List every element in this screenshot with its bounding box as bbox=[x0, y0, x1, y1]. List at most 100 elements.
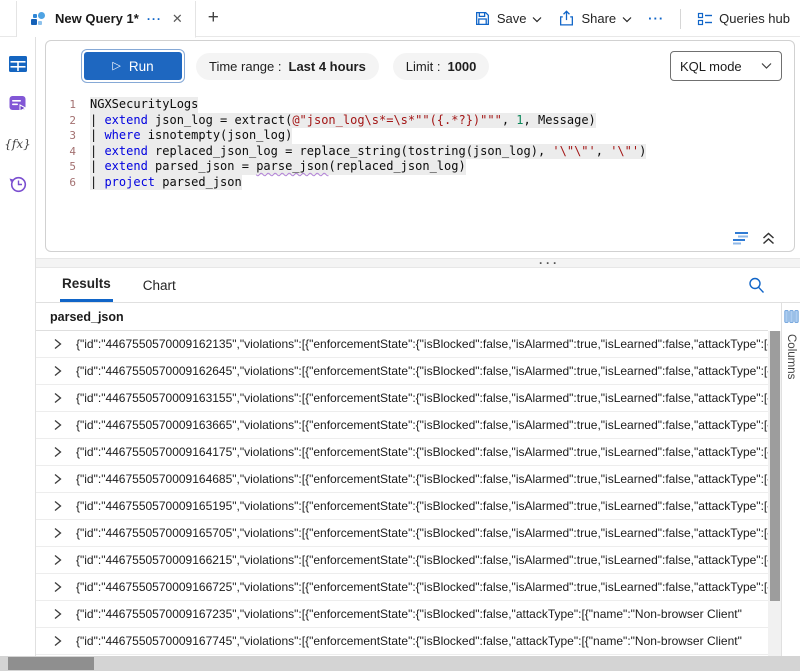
save-button[interactable]: Save bbox=[474, 10, 543, 27]
query-toolbar: ▷ Run Time range : Last 4 hours Limit : … bbox=[46, 41, 794, 89]
code-token: json_log = extract( bbox=[148, 113, 293, 127]
history-icon[interactable] bbox=[7, 173, 29, 195]
line-number: 1 bbox=[46, 97, 76, 113]
kql-mode-select[interactable]: KQL mode bbox=[670, 51, 782, 81]
table-row[interactable]: {"id":"4467550570009164685","violations"… bbox=[36, 466, 768, 493]
results-panel: Results Chart parsed_json {"id":"4467550… bbox=[36, 268, 800, 671]
columns-panel-label: Columns bbox=[785, 334, 797, 379]
collapse-editor-icon[interactable] bbox=[761, 231, 776, 246]
tables-icon[interactable] bbox=[7, 53, 29, 75]
expand-chevron-icon[interactable] bbox=[52, 554, 63, 566]
code-line[interactable]: 3 | where isnotempty(json_log) bbox=[46, 128, 794, 144]
line-text: | extend replaced_json_log = replace_str… bbox=[90, 144, 646, 160]
table-row[interactable]: {"id":"4467550570009163155","violations"… bbox=[36, 385, 768, 412]
kql-mode-value: KQL mode bbox=[680, 59, 742, 74]
more-actions-button[interactable]: ··· bbox=[648, 11, 664, 26]
query-editor[interactable]: 1 NGXSecurityLogs 2 | extend json_log = … bbox=[46, 89, 794, 190]
column-header-parsed-json[interactable]: parsed_json bbox=[36, 303, 768, 331]
expand-chevron-icon[interactable] bbox=[52, 392, 63, 404]
results-tab-bar: Results Chart bbox=[36, 268, 800, 303]
expand-chevron-icon[interactable] bbox=[52, 581, 63, 593]
tab-bar: New Query 1* ··· ✕ + Save bbox=[0, 0, 800, 37]
tab-close-icon[interactable]: ✕ bbox=[170, 11, 185, 27]
expand-chevron-icon[interactable] bbox=[52, 527, 63, 539]
expand-chevron-icon[interactable] bbox=[52, 419, 63, 431]
kusto-query-icon bbox=[29, 10, 47, 28]
table-row[interactable]: {"id":"4467550570009164175","violations"… bbox=[36, 439, 768, 466]
queries-hub-button[interactable]: Queries hub bbox=[697, 11, 790, 27]
row-json-text: {"id":"4467550570009167745","violations"… bbox=[76, 634, 768, 648]
row-json-text: {"id":"4467550570009165195","violations"… bbox=[76, 499, 768, 513]
code-token: extend bbox=[104, 113, 147, 127]
time-range-picker[interactable]: Time range : Last 4 hours bbox=[196, 53, 379, 80]
table-row[interactable]: {"id":"4467550570009167745","violations"… bbox=[36, 628, 768, 655]
search-icon[interactable] bbox=[747, 276, 766, 300]
code-token: | bbox=[90, 113, 104, 127]
expand-chevron-icon[interactable] bbox=[52, 365, 63, 377]
code-token: '\"\"' bbox=[552, 144, 595, 158]
table-row[interactable]: {"id":"4467550570009166725","violations"… bbox=[36, 574, 768, 601]
table-row[interactable]: {"id":"4467550570009163665","violations"… bbox=[36, 412, 768, 439]
expand-chevron-icon[interactable] bbox=[52, 608, 63, 620]
code-line[interactable]: 5 | extend parsed_json = parse_json(repl… bbox=[46, 159, 794, 175]
expand-chevron-icon[interactable] bbox=[52, 338, 63, 350]
share-button[interactable]: Share bbox=[558, 10, 632, 27]
line-number: 2 bbox=[46, 113, 76, 129]
save-icon bbox=[474, 10, 491, 27]
columns-side-panel[interactable]: Columns bbox=[781, 303, 800, 656]
pane-splitter[interactable]: ··· bbox=[36, 258, 800, 268]
line-number: 3 bbox=[46, 128, 76, 144]
horizontal-scrollbar[interactable] bbox=[0, 656, 800, 671]
code-token: | bbox=[90, 128, 104, 142]
vertical-scrollbar-thumb[interactable] bbox=[770, 331, 780, 601]
share-label: Share bbox=[581, 11, 616, 26]
tab-more-icon[interactable]: ··· bbox=[147, 12, 162, 26]
code-token: @"json_log\s*=\s*""({.*?})""" bbox=[292, 113, 502, 127]
row-json-text: {"id":"4467550570009164175","violations"… bbox=[76, 445, 768, 459]
row-json-text: {"id":"4467550570009165705","violations"… bbox=[76, 526, 768, 540]
run-button[interactable]: ▷ Run bbox=[84, 52, 182, 80]
functions-icon[interactable]: {fx} bbox=[7, 133, 29, 155]
materialized-view-icon[interactable] bbox=[7, 93, 29, 115]
code-token: extend bbox=[104, 144, 147, 158]
code-line[interactable]: 2 | extend json_log = extract(@"json_log… bbox=[46, 113, 794, 129]
limit-picker[interactable]: Limit : 1000 bbox=[393, 53, 490, 80]
code-line[interactable]: 1 NGXSecurityLogs bbox=[46, 97, 794, 113]
code-token: project bbox=[104, 175, 155, 189]
table-row[interactable]: {"id":"4467550570009162135","violations"… bbox=[36, 331, 768, 358]
table-row[interactable]: {"id":"4467550570009165195","violations"… bbox=[36, 493, 768, 520]
vertical-scrollbar[interactable] bbox=[768, 331, 781, 656]
tab-new-query-1[interactable]: New Query 1* ··· ✕ bbox=[16, 1, 196, 38]
limit-value: 1000 bbox=[447, 59, 476, 74]
code-line[interactable]: 6 | project parsed_json bbox=[46, 175, 794, 191]
expand-chevron-icon[interactable] bbox=[52, 473, 63, 485]
time-range-value: Last 4 hours bbox=[289, 59, 366, 74]
new-tab-button[interactable]: + bbox=[208, 7, 219, 29]
expand-chevron-icon[interactable] bbox=[52, 635, 63, 647]
line-text: | extend parsed_json = parse_json(replac… bbox=[90, 159, 466, 175]
format-lines-icon[interactable] bbox=[732, 230, 751, 246]
code-token: parsed_json = bbox=[148, 159, 256, 173]
table-row[interactable]: {"id":"4467550570009167235","violations"… bbox=[36, 601, 768, 628]
line-text: NGXSecurityLogs bbox=[90, 97, 198, 113]
results-grid: parsed_json {"id":"4467550570009162135",… bbox=[36, 303, 800, 656]
table-row[interactable]: {"id":"4467550570009166215","violations"… bbox=[36, 547, 768, 574]
code-token: ) bbox=[639, 144, 646, 158]
table-row[interactable]: {"id":"4467550570009162645","violations"… bbox=[36, 358, 768, 385]
code-token: | bbox=[90, 144, 104, 158]
chevron-down-icon bbox=[761, 62, 772, 70]
connection-sidebar: {fx} bbox=[0, 37, 36, 656]
expand-chevron-icon[interactable] bbox=[52, 446, 63, 458]
tab-chart[interactable]: Chart bbox=[141, 268, 178, 302]
code-token: , bbox=[596, 144, 610, 158]
table-row[interactable]: {"id":"4467550570009165705","violations"… bbox=[36, 520, 768, 547]
columns-icon[interactable] bbox=[784, 309, 799, 324]
expand-chevron-icon[interactable] bbox=[52, 500, 63, 512]
tab-results[interactable]: Results bbox=[60, 268, 113, 302]
code-token: parse_json bbox=[256, 159, 328, 173]
line-number: 6 bbox=[46, 175, 76, 191]
code-token: '\"' bbox=[610, 144, 639, 158]
code-line[interactable]: 4 | extend replaced_json_log = replace_s… bbox=[46, 144, 794, 160]
horizontal-scrollbar-thumb[interactable] bbox=[8, 657, 94, 670]
limit-label: Limit : bbox=[406, 59, 441, 74]
